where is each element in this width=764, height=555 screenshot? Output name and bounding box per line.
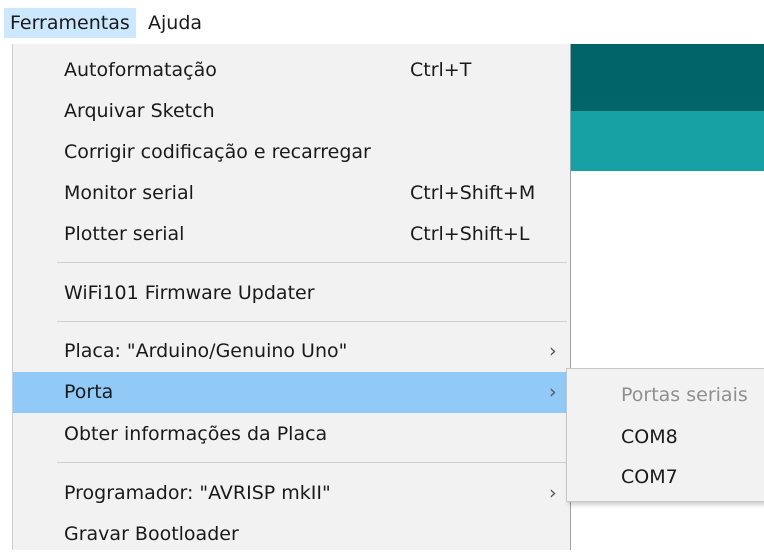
submenu-item-com8[interactable]: COM8 — [621, 419, 678, 455]
menu-item-board-info[interactable]: Obter informações da Placa — [13, 414, 570, 455]
menu-item-fix-encoding[interactable]: Corrigir codificação e recarregar — [13, 132, 570, 173]
menu-item-label: Monitor serial — [64, 182, 194, 204]
submenu-item-com7[interactable]: COM7 — [621, 459, 678, 495]
tools-dropdown-menu: Autoformatação Ctrl+T Arquivar Sketch Co… — [12, 44, 571, 550]
menu-item-label: Autoformatação — [64, 59, 217, 81]
menu-item-label: Corrigir codificação e recarregar — [64, 141, 371, 163]
menu-item-port[interactable]: Porta › — [13, 372, 570, 413]
editor-tabbar-background — [570, 111, 764, 171]
menu-item-label: Plotter serial — [64, 223, 185, 245]
menu-item-shortcut: Ctrl+T — [410, 59, 472, 81]
menu-item-label: Gravar Bootloader — [64, 523, 239, 545]
menu-item-label: Placa: "Arduino/Genuino Uno" — [64, 340, 348, 362]
menu-item-burn-bootloader[interactable]: Gravar Bootloader — [13, 514, 570, 555]
menu-separator — [57, 462, 567, 463]
menu-item-label: Arquivar Sketch — [64, 100, 215, 122]
menu-ferramentas[interactable]: Ferramentas — [4, 8, 136, 38]
menu-item-board[interactable]: Placa: "Arduino/Genuino Uno" › — [13, 331, 570, 372]
menu-item-serial-monitor[interactable]: Monitor serial Ctrl+Shift+M — [13, 173, 570, 214]
menu-item-label: Porta — [64, 381, 114, 403]
chevron-right-icon: › — [549, 482, 557, 504]
menu-item-autoformat[interactable]: Autoformatação Ctrl+T — [13, 50, 570, 91]
menu-separator — [57, 321, 567, 322]
menu-item-shortcut: Ctrl+Shift+L — [410, 223, 530, 245]
port-submenu: Portas seriais COM8 COM7 — [566, 368, 764, 502]
chevron-right-icon: › — [549, 340, 557, 362]
editor-toolbar-background — [570, 44, 764, 111]
menu-item-serial-plotter[interactable]: Plotter serial Ctrl+Shift+L — [13, 214, 570, 255]
menu-item-programmer[interactable]: Programador: "AVRISP mkII" › — [13, 473, 570, 514]
menu-item-label: WiFi101 Firmware Updater — [64, 282, 315, 304]
menu-item-wifi101-updater[interactable]: WiFi101 Firmware Updater — [13, 273, 570, 314]
menu-item-label: Obter informações da Placa — [64, 423, 328, 445]
submenu-header-serial-ports: Portas seriais — [621, 384, 748, 406]
menu-item-archive-sketch[interactable]: Arquivar Sketch — [13, 91, 570, 132]
menu-bar: Ferramentas Ajuda — [0, 0, 764, 42]
menu-separator — [57, 262, 567, 263]
menu-item-shortcut: Ctrl+Shift+M — [410, 182, 536, 204]
menu-item-label: Programador: "AVRISP mkII" — [64, 482, 331, 504]
chevron-right-icon: › — [549, 381, 557, 403]
menu-ajuda[interactable]: Ajuda — [142, 8, 208, 38]
